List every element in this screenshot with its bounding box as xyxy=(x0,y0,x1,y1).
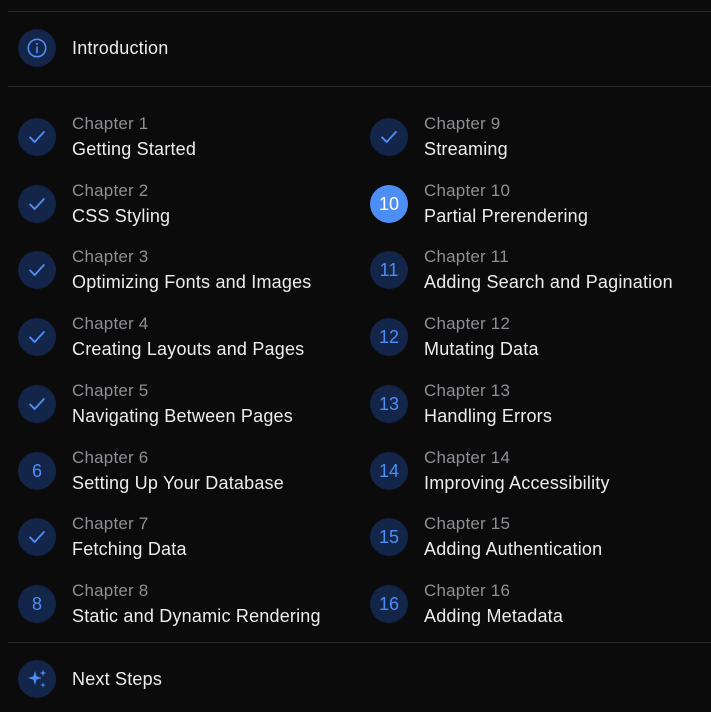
chapter-title: Getting Started xyxy=(72,139,197,159)
chapter-number-badge: 15 xyxy=(370,518,408,556)
chapter-item[interactable]: 15 Chapter 15 Adding Authentication xyxy=(370,513,602,561)
check-icon xyxy=(18,518,56,556)
chapter-label: Chapter 10 xyxy=(424,181,511,200)
chapter-text: Chapter 2 CSS Styling xyxy=(72,180,170,228)
check-icon xyxy=(18,385,56,423)
chapter-label: Chapter 12 xyxy=(424,314,511,333)
intro-item[interactable]: Introduction xyxy=(18,29,168,67)
chapter-text: Chapter 6 Setting Up Your Database xyxy=(72,447,284,495)
chapter-label: Chapter 2 xyxy=(72,181,149,200)
chapter-list: Introduction Chapter 1 Getting Started Cha… xyxy=(0,0,711,712)
chapter-text: Chapter 7 Fetching Data xyxy=(72,513,187,561)
chapter-label: Chapter 6 xyxy=(72,448,149,467)
chapter-label: Chapter 3 xyxy=(72,247,149,266)
chapter-title: Mutating Data xyxy=(424,339,539,359)
sparkles-icon xyxy=(18,660,56,698)
chapter-title: Streaming xyxy=(424,139,508,159)
chapter-label: Chapter 8 xyxy=(72,581,149,600)
intro-divider xyxy=(8,86,711,87)
chapter-text: Chapter 12 Mutating Data xyxy=(424,313,539,361)
chapter-title: Partial Prerendering xyxy=(424,206,589,226)
chapter-label: Chapter 7 xyxy=(72,514,149,533)
chapter-label: Chapter 15 xyxy=(424,514,511,533)
chapter-text: Chapter 9 Streaming xyxy=(424,113,508,161)
chapter-text: Chapter 4 Creating Layouts and Pages xyxy=(72,313,304,361)
chapter-title: Handling Errors xyxy=(424,406,553,426)
chapter-text: Chapter 1 Getting Started xyxy=(72,113,196,161)
check-icon xyxy=(18,318,56,356)
chapter-text: Chapter 13 Handling Errors xyxy=(424,380,552,428)
chapter-item[interactable]: 13 Chapter 13 Handling Errors xyxy=(370,380,552,428)
chapter-title: Setting Up Your Database xyxy=(72,473,284,493)
chapter-item[interactable]: 16 Chapter 16 Adding Metadata xyxy=(370,580,563,628)
chapter-text: Chapter 16 Adding Metadata xyxy=(424,580,563,628)
chapter-item[interactable]: 8 Chapter 8 Static and Dynamic Rendering xyxy=(18,580,321,628)
info-icon xyxy=(18,29,56,67)
check-icon xyxy=(370,118,408,156)
chapter-title: Adding Metadata xyxy=(424,606,564,626)
top-divider xyxy=(8,11,711,12)
chapter-text: Chapter 10 Partial Prerendering xyxy=(424,180,588,228)
chapter-text: Chapter 15 Adding Authentication xyxy=(424,513,602,561)
chapter-item[interactable]: Chapter 2 CSS Styling xyxy=(18,180,170,228)
chapter-title: Static and Dynamic Rendering xyxy=(72,606,321,626)
chapter-text: Chapter 5 Navigating Between Pages xyxy=(72,380,293,428)
chapter-text: Chapter 14 Improving Accessibility xyxy=(424,447,610,495)
chapter-number-badge: 6 xyxy=(18,452,56,490)
bottom-divider xyxy=(8,642,711,643)
next-steps-item[interactable]: Next Steps xyxy=(18,660,162,698)
chapter-label: Chapter 16 xyxy=(424,581,511,600)
chapter-title: Adding Search and Pagination xyxy=(424,272,673,292)
check-icon xyxy=(18,251,56,289)
chapter-item[interactable]: 6 Chapter 6 Setting Up Your Database xyxy=(18,447,284,495)
chapter-item[interactable]: Chapter 1 Getting Started xyxy=(18,113,196,161)
chapter-item[interactable]: Chapter 4 Creating Layouts and Pages xyxy=(18,313,304,361)
chapter-label: Chapter 1 xyxy=(72,114,149,133)
chapter-number-badge: 10 xyxy=(370,185,408,223)
chapter-item[interactable]: 11 Chapter 11 Adding Search and Pagination xyxy=(370,246,673,294)
chapter-number-badge: 12 xyxy=(370,318,408,356)
chapter-number-badge: 14 xyxy=(370,452,408,490)
chapter-item[interactable]: 14 Chapter 14 Improving Accessibility xyxy=(370,447,610,495)
chapter-number-badge: 16 xyxy=(370,585,408,623)
chapter-label: Chapter 11 xyxy=(424,247,509,266)
chapter-number-badge: 11 xyxy=(370,251,408,289)
chapter-item[interactable]: Chapter 3 Optimizing Fonts and Images xyxy=(18,246,312,294)
chapter-item[interactable]: Chapter 7 Fetching Data xyxy=(18,513,187,561)
chapter-number-badge: 13 xyxy=(370,385,408,423)
chapter-label: Chapter 4 xyxy=(72,314,149,333)
chapter-title: Fetching Data xyxy=(72,539,187,559)
chapter-title: Adding Authentication xyxy=(424,539,603,559)
intro-label: Introduction xyxy=(72,37,169,58)
check-icon xyxy=(18,185,56,223)
chapter-title: Creating Layouts and Pages xyxy=(72,339,305,359)
chapter-title: Navigating Between Pages xyxy=(72,406,293,426)
chapter-text: Chapter 8 Static and Dynamic Rendering xyxy=(72,580,321,628)
chapter-label: Chapter 5 xyxy=(72,381,149,400)
chapter-label: Chapter 9 xyxy=(424,114,501,133)
chapter-label: Chapter 14 xyxy=(424,448,511,467)
chapter-title: CSS Styling xyxy=(72,206,171,226)
chapter-title: Improving Accessibility xyxy=(424,473,610,493)
chapter-item[interactable]: Chapter 5 Navigating Between Pages xyxy=(18,380,293,428)
chapter-text: Chapter 3 Optimizing Fonts and Images xyxy=(72,246,312,294)
next-steps-label: Next Steps xyxy=(72,668,163,689)
chapter-text: Chapter 11 Adding Search and Pagination xyxy=(424,246,673,294)
check-icon xyxy=(18,118,56,156)
chapter-number-badge: 8 xyxy=(18,585,56,623)
chapter-item[interactable]: 12 Chapter 12 Mutating Data xyxy=(370,313,539,361)
chapter-label: Chapter 13 xyxy=(424,381,511,400)
chapter-title: Optimizing Fonts and Images xyxy=(72,272,312,292)
chapter-item[interactable]: 10 Chapter 10 Partial Prerendering xyxy=(370,180,588,228)
chapter-item[interactable]: Chapter 9 Streaming xyxy=(370,113,508,161)
